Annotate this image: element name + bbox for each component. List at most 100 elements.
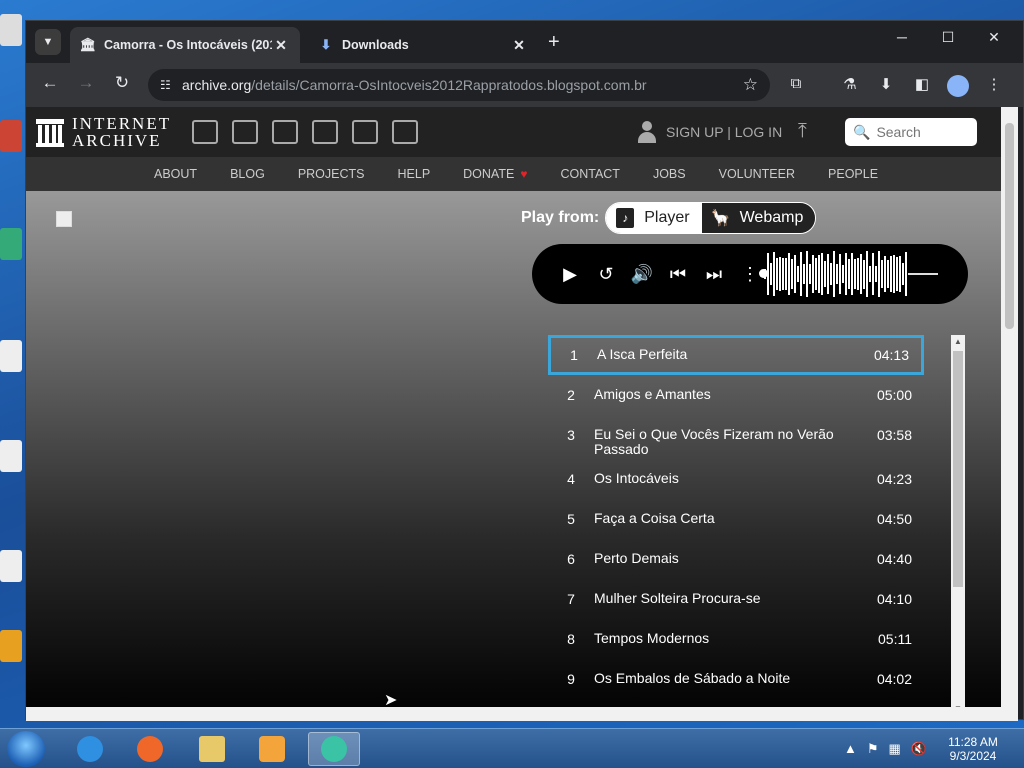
tab-search-button[interactable]: ▼ — [35, 29, 61, 55]
playlist-track[interactable]: 8 Tempos Modernos 05:11 — [548, 619, 924, 659]
nav-donate[interactable]: DONATE ♥ — [463, 167, 527, 181]
scrollbar-thumb[interactable] — [1005, 123, 1014, 329]
player-switch: ♪ Player 🦙 Webamp — [605, 202, 817, 234]
nav-contact[interactable]: CONTACT — [560, 167, 620, 181]
heart-icon: ♥ — [520, 167, 528, 181]
progress-track[interactable] — [908, 273, 938, 275]
page-scrollbar[interactable] — [1001, 107, 1018, 707]
menu-kebab-icon[interactable]: ⋮ — [982, 75, 1006, 93]
previous-track-icon[interactable]: ⏮ — [660, 264, 696, 285]
firefox-icon[interactable] — [124, 732, 176, 766]
nav-projects[interactable]: PROJECTS — [298, 167, 365, 181]
progress-handle[interactable] — [759, 269, 768, 278]
software-disk-icon[interactable] — [352, 120, 378, 144]
playlist-track[interactable]: 9 Os Embalos de Sábado a Noite 04:02 — [548, 659, 924, 699]
minimize-button[interactable]: ─ — [879, 29, 925, 45]
volume-icon[interactable]: 🔊 — [624, 264, 660, 285]
next-track-icon[interactable]: ⏭ — [696, 264, 732, 285]
nav-about[interactable]: ABOUT — [154, 167, 197, 181]
new-tab-button[interactable]: + — [548, 31, 560, 54]
playlist-track[interactable]: 4 Os Intocáveis 04:23 — [548, 459, 924, 499]
playlist-track[interactable]: 7 Mulher Solteira Procura-se 04:10 — [548, 579, 924, 619]
desktop-shortcut-icon[interactable] — [0, 340, 22, 372]
close-icon[interactable]: ✕ — [510, 37, 528, 54]
network-icon[interactable]: ▦ — [889, 741, 901, 757]
track-number: 1 — [570, 347, 578, 363]
desktop-shortcut-icon[interactable] — [0, 14, 22, 46]
nav-volunteer[interactable]: VOLUNTEER — [719, 167, 795, 181]
site-info-icon[interactable]: ☷ — [160, 78, 182, 92]
close-icon[interactable]: ✕ — [272, 37, 290, 54]
desktop-shortcut-icon[interactable] — [0, 120, 22, 152]
play-icon[interactable]: ▶ — [552, 264, 588, 285]
rewind-10-icon[interactable]: ↺ — [588, 264, 624, 285]
webamp-option-button[interactable]: 🦙 Webamp — [701, 203, 816, 233]
upload-icon[interactable]: ⤒ — [798, 120, 807, 143]
forward-button[interactable]: → — [74, 73, 98, 93]
url-text[interactable]: archive.org/details/Camorra-OsIntocveis2… — [182, 77, 743, 93]
user-icon — [638, 121, 656, 143]
playlist-track[interactable]: 5 Faça a Coisa Certa 04:50 — [548, 499, 924, 539]
desktop-shortcut-icon[interactable] — [0, 440, 22, 472]
downloads-icon[interactable]: ⬇ — [874, 75, 898, 93]
search-input[interactable] — [876, 124, 967, 140]
scrollbar-thumb[interactable] — [953, 351, 963, 587]
tab-camorra[interactable]: 🏛 Camorra - Os Intocáveis (2012 ✕ — [70, 27, 300, 63]
nav-help[interactable]: HELP — [398, 167, 431, 181]
close-window-button[interactable]: ✕ — [971, 29, 1017, 46]
labs-flask-icon[interactable]: ⚗ — [838, 75, 862, 93]
file-explorer-icon[interactable] — [186, 732, 238, 766]
volume-muted-icon[interactable]: 🔇 — [911, 741, 927, 757]
desktop-shortcut-icon[interactable] — [0, 550, 22, 582]
ia-logo[interactable]: INTERNET ARCHIVE — [36, 115, 171, 149]
texts-book-icon[interactable] — [232, 120, 258, 144]
profile-avatar[interactable] — [947, 75, 969, 97]
reload-button[interactable]: ↻ — [110, 73, 134, 93]
back-button[interactable]: ← — [38, 73, 62, 93]
system-tray: ▲ ⚑ ▦ 🔇 — [844, 741, 927, 757]
llama-icon: 🦙 — [710, 210, 731, 227]
waveform[interactable] — [764, 250, 908, 298]
horizontal-scrollbar[interactable] — [26, 707, 1018, 721]
player-option-button[interactable]: ♪ Player — [606, 203, 702, 233]
start-button[interactable] — [7, 731, 45, 767]
active-app-icon[interactable] — [308, 732, 360, 766]
tab-title: Downloads — [342, 38, 409, 52]
flag-icon[interactable]: ⚑ — [867, 741, 879, 757]
show-hidden-icons[interactable]: ▲ — [844, 741, 857, 757]
media-player-icon[interactable] — [246, 732, 298, 766]
internet-explorer-icon[interactable] — [64, 732, 116, 766]
desktop-shortcut-icon[interactable] — [0, 630, 22, 662]
playlist-track[interactable]: 6 Perto Demais 04:40 — [548, 539, 924, 579]
playlist-track[interactable]: 1 A Isca Perfeita 04:13 — [548, 335, 924, 375]
nav-people[interactable]: PEOPLE — [828, 167, 878, 181]
nav-jobs[interactable]: JOBS — [653, 167, 686, 181]
nav-blog[interactable]: BLOG — [230, 167, 265, 181]
track-number: 6 — [567, 551, 575, 567]
search-box[interactable]: 🔍 — [845, 118, 977, 146]
maximize-button[interactable]: ☐ — [925, 29, 971, 46]
web-icon[interactable] — [192, 120, 218, 144]
video-film-icon[interactable] — [272, 120, 298, 144]
audio-speaker-icon[interactable] — [312, 120, 338, 144]
side-panel-icon[interactable]: ◧ — [910, 75, 934, 93]
playlist-scrollbar[interactable]: ▲ ▼ — [951, 335, 965, 715]
extensions-icon[interactable]: ⧉ — [784, 75, 808, 92]
clock[interactable]: 11:28 AM 9/3/2024 — [940, 735, 1006, 763]
track-number: 2 — [567, 387, 575, 403]
playlist-track[interactable]: 3 Eu Sei o Que Vocês Fizeram no Verão Pas… — [548, 415, 924, 457]
playlist-track[interactable]: 2 Amigos e Amantes 05:00 — [548, 375, 924, 415]
track-title: Faça a Coisa Certa — [594, 510, 715, 526]
address-bar[interactable]: ☷ archive.org/details/Camorra-OsIntocvei… — [148, 69, 770, 101]
desktop-shortcut-icon[interactable] — [0, 228, 22, 260]
tab-strip: ▼ 🏛 Camorra - Os Intocáveis (2012 ✕ ⬇ Do… — [26, 21, 1023, 63]
sign-up-login-link[interactable]: SIGN UP | LOG IN — [638, 121, 782, 143]
play-from-selector: Play from: ♪ Player 🦙 Webamp — [521, 202, 817, 234]
track-title: Tempos Modernos — [594, 630, 710, 646]
scroll-up-arrow[interactable]: ▲ — [951, 337, 965, 346]
track-duration: 04:40 — [876, 551, 912, 567]
images-icon[interactable] — [392, 120, 418, 144]
archive-temple-icon: 🏛 — [79, 37, 97, 52]
bookmark-star-icon[interactable]: ☆ — [743, 75, 758, 95]
tab-downloads[interactable]: ⬇ Downloads ✕ — [308, 27, 538, 63]
